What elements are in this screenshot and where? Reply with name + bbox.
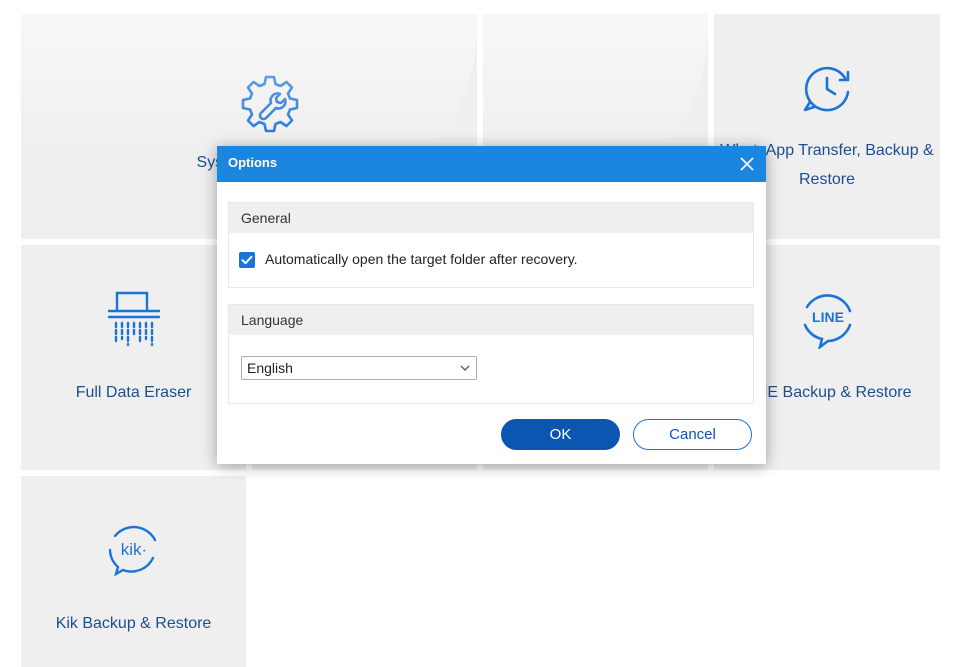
line-icon: LINE bbox=[803, 294, 852, 349]
kik-icon: kik· bbox=[108, 525, 157, 577]
language-heading: Language bbox=[229, 305, 753, 335]
close-icon[interactable] bbox=[738, 155, 756, 173]
language-select-value: English bbox=[247, 360, 293, 376]
auto-open-checkbox[interactable] bbox=[239, 252, 255, 268]
gear-wrench-icon bbox=[241, 75, 299, 133]
general-heading: General bbox=[229, 203, 753, 233]
language-select[interactable]: English bbox=[241, 356, 477, 380]
cancel-button[interactable]: Cancel bbox=[633, 419, 752, 450]
tile-label: Kik Backup & Restore bbox=[55, 615, 212, 632]
ok-button[interactable]: OK bbox=[501, 419, 620, 450]
tile-kik[interactable]: kik· Kik Backup & Restore bbox=[21, 476, 246, 667]
language-section: Language English bbox=[228, 304, 754, 404]
auto-open-label: Automatically open the target folder aft… bbox=[265, 251, 578, 267]
kik-icon-text: kik· bbox=[121, 540, 147, 559]
dialog-title: Options bbox=[228, 155, 278, 170]
shredder-icon bbox=[107, 291, 161, 347]
dialog-header: Options bbox=[217, 146, 766, 182]
options-dialog: Options General Automatically open the t… bbox=[217, 146, 766, 464]
line-icon-text: LINE bbox=[812, 309, 844, 325]
general-section: General Automatically open the target fo… bbox=[228, 202, 754, 288]
tile-full-data-eraser[interactable]: Full Data Eraser bbox=[21, 245, 246, 470]
whatsapp-clock-icon bbox=[803, 66, 850, 112]
chevron-down-icon bbox=[460, 365, 470, 371]
checkmark-icon bbox=[241, 255, 253, 265]
tile-label: Full Data Eraser bbox=[75, 384, 192, 401]
